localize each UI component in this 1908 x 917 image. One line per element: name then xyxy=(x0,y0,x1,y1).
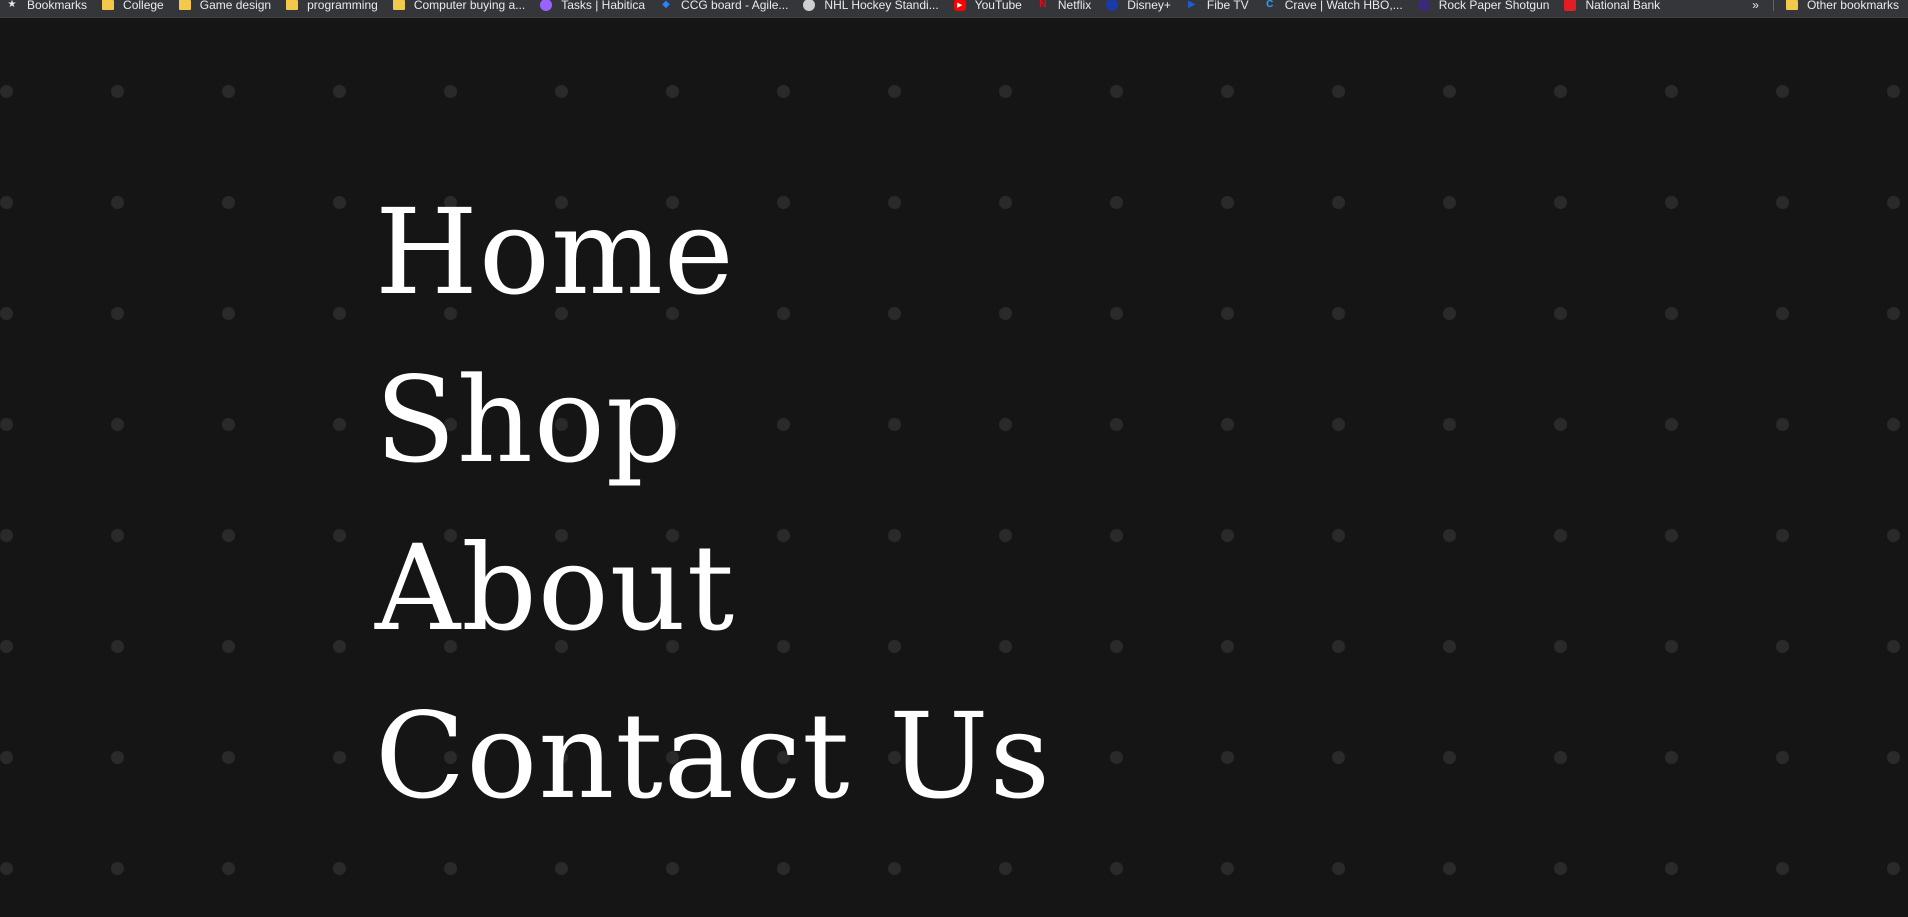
bookmark-label: programming xyxy=(307,0,378,12)
bookmark-ccg-board[interactable]: ◆ CCG board - Agile... xyxy=(654,0,797,14)
folder-icon xyxy=(102,0,115,11)
habitica-icon xyxy=(540,0,553,11)
bookmark-label: Other bookmarks xyxy=(1806,0,1899,12)
bookmark-label: CCG board - Agile... xyxy=(681,0,789,12)
bookmark-fibe-tv[interactable]: ▶ Fibe TV xyxy=(1180,0,1258,14)
bookmark-label: NHL Hockey Standi... xyxy=(824,0,939,12)
page-background: Home Shop About Contact Us xyxy=(0,18,1908,917)
fibe-icon: ▶ xyxy=(1188,0,1196,10)
bookmark-other-bookmarks[interactable]: Other bookmarks xyxy=(1780,0,1908,14)
bookmark-national-bank[interactable]: National Bank xyxy=(1558,0,1669,14)
youtube-icon: ▶ xyxy=(953,0,966,11)
bookmark-netflix[interactable]: N Netflix xyxy=(1031,0,1100,14)
bookmark-nhl[interactable]: NHL Hockey Standi... xyxy=(797,0,947,14)
bookmark-label: Tasks | Habitica xyxy=(561,0,646,12)
main-nav: Home Shop About Contact Us xyxy=(375,168,1051,840)
nhl-icon xyxy=(803,0,816,11)
nav-item-home[interactable]: Home xyxy=(375,168,1051,336)
bookmark-label: YouTube xyxy=(974,0,1022,12)
bookmark-folder-game-design[interactable]: Game design xyxy=(173,0,280,14)
bookmark-habitica[interactable]: Tasks | Habitica xyxy=(534,0,654,14)
folder-icon xyxy=(392,0,405,11)
bookmarks-bar: ★ Bookmarks College Game design programm… xyxy=(0,0,1908,18)
netflix-icon: N xyxy=(1039,0,1047,10)
national-bank-icon xyxy=(1564,0,1577,11)
bookmark-youtube[interactable]: ▶ YouTube xyxy=(948,0,1031,14)
star-icon: ★ xyxy=(7,0,17,10)
crave-icon: C xyxy=(1266,0,1274,10)
bookmark-disney[interactable]: Disney+ xyxy=(1100,0,1180,14)
disney-icon xyxy=(1106,0,1119,11)
more-bookmarks-chevron[interactable]: » xyxy=(1752,0,1759,12)
bookmark-label: Disney+ xyxy=(1127,0,1171,12)
rps-icon xyxy=(1417,0,1430,11)
bookmark-folder-programming[interactable]: programming xyxy=(280,0,387,14)
jira-icon: ◆ xyxy=(662,0,670,10)
nav-item-about[interactable]: About xyxy=(375,504,1051,672)
folder-icon xyxy=(1785,0,1798,11)
bookmark-bookmarks[interactable]: ★ Bookmarks xyxy=(0,0,96,14)
bookmark-label: Crave | Watch HBO,... xyxy=(1284,0,1403,12)
nav-item-shop[interactable]: Shop xyxy=(375,336,1051,504)
bookmark-rock-paper-shotgun[interactable]: Rock Paper Shotgun xyxy=(1412,0,1559,14)
bookmark-label: Fibe TV xyxy=(1206,0,1249,12)
bookmark-label: National Bank xyxy=(1585,0,1661,12)
folder-icon xyxy=(286,0,299,11)
nav-item-contact-us[interactable]: Contact Us xyxy=(375,672,1051,840)
bookmark-label: Computer buying a... xyxy=(413,0,526,12)
bookmark-label: College xyxy=(123,0,164,12)
bookmark-folder-college[interactable]: College xyxy=(96,0,173,14)
bookmarks-separator xyxy=(1772,0,1774,11)
bookmark-label: Bookmarks xyxy=(27,0,88,12)
bookmark-crave[interactable]: C Crave | Watch HBO,... xyxy=(1258,0,1412,14)
bookmark-label: Rock Paper Shotgun xyxy=(1438,0,1550,12)
bookmark-folder-computer-buying[interactable]: Computer buying a... xyxy=(387,0,534,14)
bookmark-label: Game design xyxy=(199,0,272,12)
bookmark-label: Netflix xyxy=(1057,0,1092,12)
folder-icon xyxy=(178,0,191,11)
